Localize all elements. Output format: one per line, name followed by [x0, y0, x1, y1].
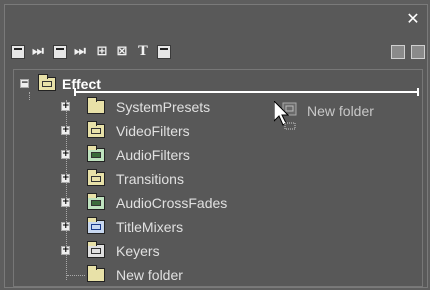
grid-icon[interactable]: ⊞ — [95, 45, 109, 59]
list-view-icon[interactable] — [11, 45, 25, 59]
tree-item-label: New folder — [116, 267, 183, 283]
list-view-icon[interactable] — [53, 45, 67, 59]
expand-icon[interactable]: + — [61, 198, 70, 207]
text-icon[interactable]: T — [136, 45, 150, 59]
tree-item-new-folder[interactable]: New folder — [14, 265, 414, 285]
tree-item-keyers[interactable]: + Keyers — [14, 241, 414, 261]
folder-keyers-icon — [87, 241, 105, 258]
tree-item-videofilters[interactable]: + VideoFilters — [14, 121, 414, 141]
expand-icon[interactable]: + — [61, 102, 70, 111]
tree-item-label: AudioFilters — [116, 147, 190, 163]
folder-title-icon — [87, 217, 105, 234]
tree-item-audiocrossfades[interactable]: + AudioCrossFades — [14, 193, 414, 213]
tree-item-label: AudioCrossFades — [116, 195, 228, 211]
collapse-icon[interactable]: − — [20, 79, 29, 88]
skip-icon[interactable]: ⏭ — [31, 45, 45, 59]
tree-item-transitions[interactable]: + Transitions — [14, 169, 414, 189]
tree-item-label: VideoFilters — [116, 123, 190, 139]
expand-icon[interactable]: + — [61, 150, 70, 159]
folder-open-icon — [38, 74, 56, 91]
tree-item-label: Transitions — [116, 171, 184, 187]
tree-item-audiofilters[interactable]: + AudioFilters — [14, 145, 414, 165]
expand-icon[interactable]: + — [61, 222, 70, 231]
tree-item-label: Keyers — [116, 243, 160, 259]
expand-icon[interactable]: + — [61, 174, 70, 183]
folder-crossfade-icon — [87, 193, 105, 210]
grid-arrow-icon[interactable]: ⊠ — [115, 45, 129, 59]
tree-item-titlemixers[interactable]: + TitleMixers — [14, 217, 414, 237]
cursor-arrow-icon — [273, 99, 297, 130]
folder-audio-icon — [87, 145, 105, 162]
folder-transitions-icon — [87, 169, 105, 186]
tree-item-label: TitleMixers — [116, 219, 184, 235]
folder-video-icon — [87, 121, 105, 138]
drag-ghost-label: New folder — [307, 103, 374, 119]
drop-indicator-line — [74, 88, 419, 96]
close-icon[interactable]: ✕ — [405, 11, 421, 27]
folder-presets-icon — [87, 97, 105, 114]
effect-panel: ✕ ⏭ ⏭ ⊞ ⊠ T − Effect + SystemPresets + V… — [4, 4, 428, 288]
skip-icon[interactable]: ⏭ — [73, 45, 87, 59]
tree-item-label: SystemPresets — [116, 99, 211, 115]
drag-ghost — [273, 99, 300, 136]
lock-icon[interactable] — [411, 45, 425, 59]
expand-icon[interactable]: + — [61, 246, 70, 255]
save-icon[interactable] — [391, 45, 405, 59]
window-icon[interactable] — [157, 45, 171, 59]
expand-icon[interactable]: + — [61, 126, 70, 135]
folder-icon — [87, 265, 105, 282]
